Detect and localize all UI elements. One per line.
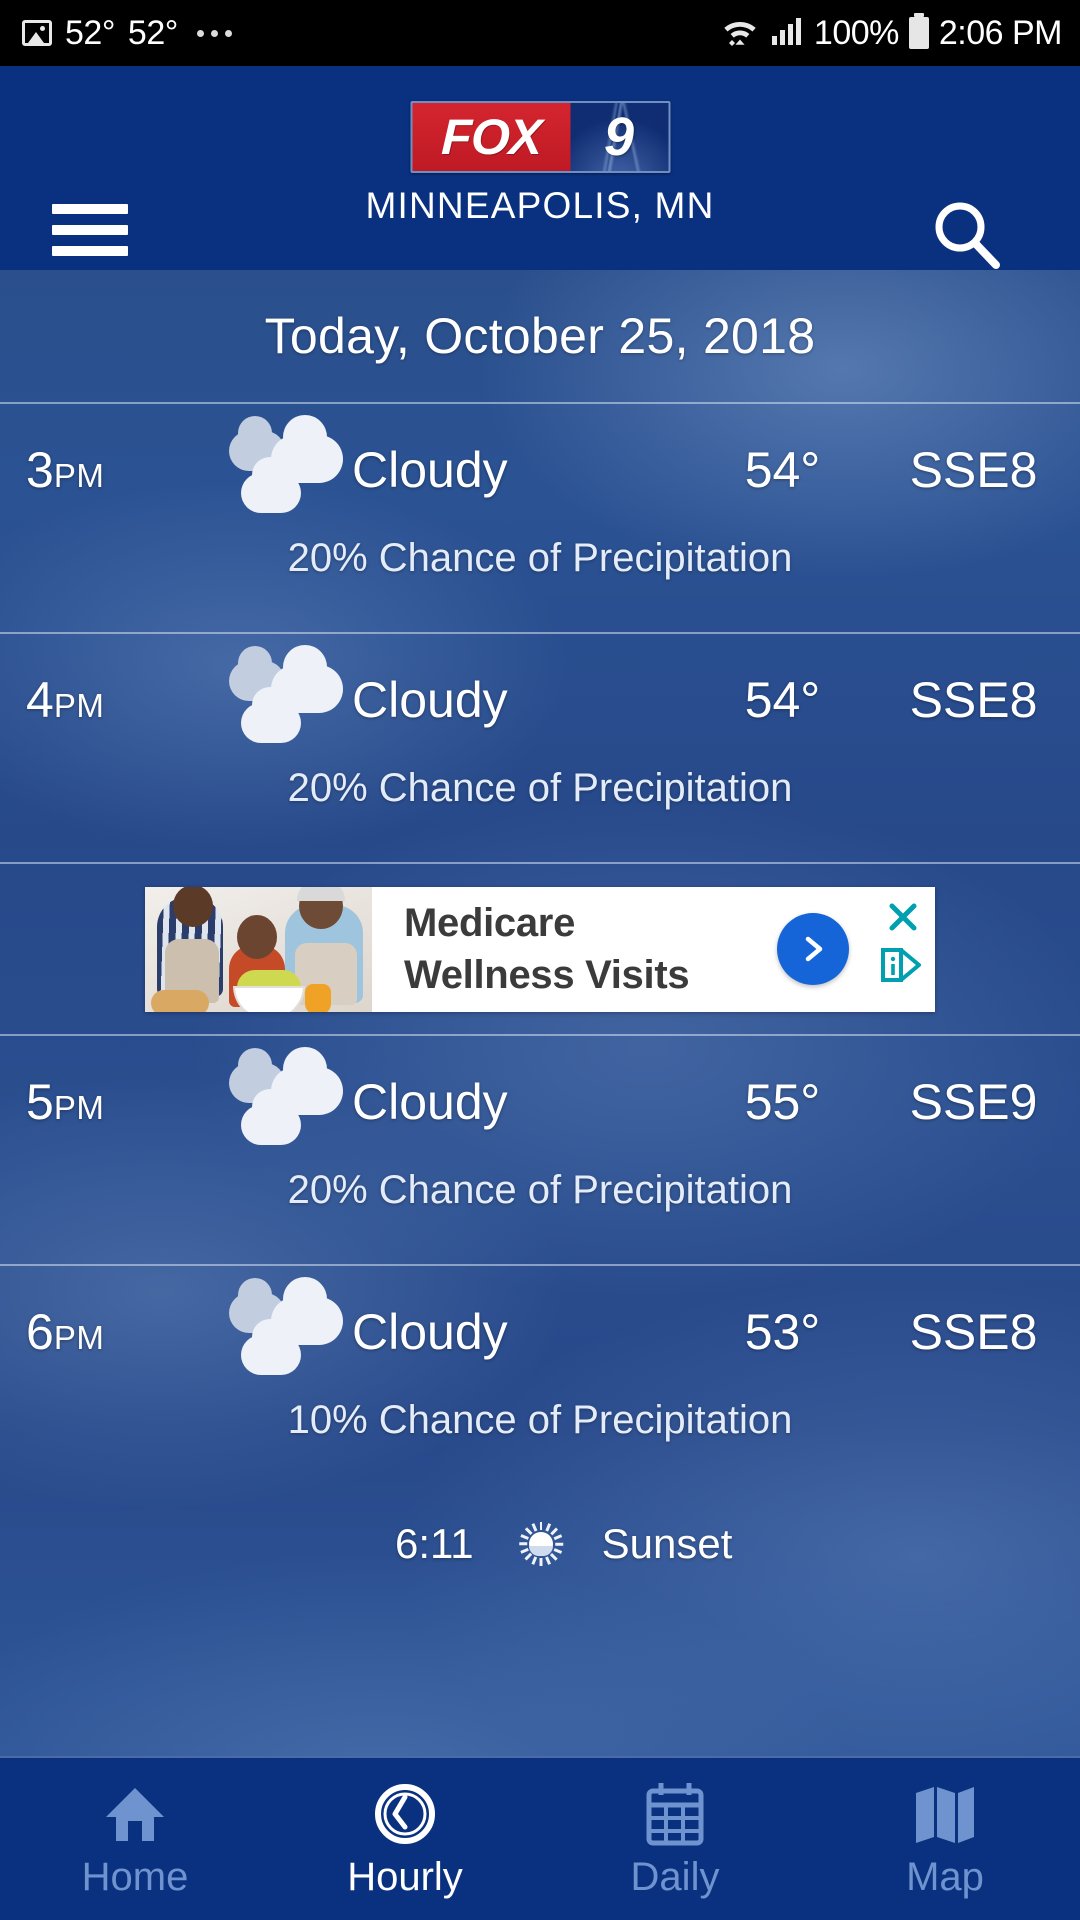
android-status-bar: 52° 52° 100% 2:06 PM [0, 0, 1080, 66]
cloudy-icon [222, 645, 352, 743]
status-bar-right: 100% 2:06 PM [720, 13, 1063, 53]
channel-number-text: 9 [603, 107, 635, 167]
cell-signal-icon [770, 14, 804, 53]
forecast-time-number: 6 [26, 1304, 54, 1360]
forecast-row-main: 4PM Cloudy 54° SSE8 [0, 634, 1080, 766]
home-icon [102, 1781, 168, 1847]
forecast-temperature: 55° [744, 1074, 821, 1130]
chevron-right-icon [805, 936, 823, 962]
forecast-time-number: 3 [26, 442, 54, 498]
advertisement-banner[interactable]: Medicare Wellness Visits [145, 886, 935, 1012]
forecast-temperature: 53° [744, 1304, 821, 1360]
ad-slot: Medicare Wellness Visits [0, 864, 1080, 1034]
hamburger-menu-icon[interactable] [52, 204, 128, 256]
channel-number-badge: 9 [570, 103, 668, 171]
hourly-forecast-list[interactable]: Today, October 25, 2018 3PM Cloudy 54° S… [0, 270, 1080, 1920]
sunset-icon [508, 1521, 574, 1567]
forecast-precipitation: 10% Chance of Precipitation [287, 1398, 793, 1442]
fox9-logo: FOX 9 [410, 101, 670, 173]
forecast-time-ampm: PM [53, 687, 105, 724]
forecast-row[interactable]: 6PM Cloudy 53° SSE8 10% Chance of Precip… [0, 1266, 1080, 1494]
forecast-time: 6PM [0, 1303, 222, 1361]
forecast-row-main: 3PM Cloudy 54° SSE8 [0, 404, 1080, 536]
forecast-time: 5PM [0, 1073, 222, 1131]
forecast-row-main: 5PM Cloudy 55° SSE9 [0, 1036, 1080, 1168]
sunset-row: 6:11 Sunset [0, 1494, 1080, 1594]
forecast-wind: SSE8 [909, 672, 1038, 728]
calendar-icon [643, 1781, 707, 1847]
adchoices-icon[interactable] [879, 945, 923, 985]
forecast-time-ampm: PM [53, 457, 105, 494]
clock-icon [372, 1781, 438, 1847]
forecast-precipitation: 20% Chance of Precipitation [287, 536, 793, 580]
app-header: FOX 9 MINNEAPOLIS, MN [0, 66, 1080, 270]
station-logo-block: FOX 9 MINNEAPOLIS, MN [366, 101, 715, 227]
nav-item-hourly[interactable]: Hourly [270, 1758, 540, 1920]
page-title: Today, October 25, 2018 [264, 308, 816, 364]
nav-item-daily[interactable]: Daily [540, 1758, 810, 1920]
forecast-temperature: 54° [744, 442, 821, 498]
fox-wordmark-text: FOX [440, 109, 542, 165]
cloudy-icon [222, 415, 352, 513]
forecast-wind: SSE9 [909, 1074, 1038, 1130]
close-icon[interactable] [883, 897, 923, 937]
cloudy-icon [222, 1047, 352, 1145]
bottom-navigation-bar: Home Hourly Daily Map [0, 1756, 1080, 1920]
fox-wordmark: FOX [412, 103, 570, 171]
nav-item-home[interactable]: Home [0, 1758, 270, 1920]
forecast-time-number: 4 [26, 672, 54, 728]
forecast-condition: Cloudy [352, 672, 508, 728]
ad-image [145, 886, 372, 1012]
wifi-icon [720, 14, 760, 53]
nav-label-home: Home [81, 1855, 189, 1899]
forecast-row[interactable]: 3PM Cloudy 54° SSE8 20% Chance of Precip… [0, 404, 1080, 632]
forecast-precipitation: 20% Chance of Precipitation [287, 1168, 793, 1212]
forecast-time: 4PM [0, 671, 222, 729]
battery-full-icon [908, 13, 929, 49]
map-icon [912, 1781, 978, 1847]
forecast-wind: SSE8 [909, 1304, 1038, 1360]
forecast-condition: Cloudy [352, 1074, 508, 1130]
forecast-time-ampm: PM [53, 1089, 105, 1126]
status-clock: 2:06 PM [938, 14, 1063, 52]
nav-label-hourly: Hourly [347, 1855, 463, 1899]
forecast-temperature: 54° [744, 672, 821, 728]
nav-label-daily: Daily [630, 1855, 720, 1899]
forecast-row[interactable]: 5PM Cloudy 55° SSE9 20% Chance of Precip… [0, 1036, 1080, 1264]
ad-text-block: Medicare Wellness Visits [372, 887, 935, 1012]
forecast-time-number: 5 [26, 1074, 54, 1130]
sunset-label: Sunset [601, 1520, 733, 1567]
nav-label-map: Map [906, 1855, 984, 1899]
forecast-row[interactable]: 4PM Cloudy 54° SSE8 20% Chance of Precip… [0, 634, 1080, 862]
forecast-condition: Cloudy [352, 1304, 508, 1360]
search-icon[interactable] [926, 194, 1008, 276]
forecast-row-main: 6PM Cloudy 53° SSE8 [0, 1266, 1080, 1398]
ad-headline-line2: Wellness Visits [404, 953, 690, 997]
photo-icon [22, 20, 52, 46]
forecast-wind: SSE8 [909, 442, 1038, 498]
city-label: MINNEAPOLIS, MN [365, 185, 715, 226]
status-overflow-icon [196, 29, 232, 37]
ad-cta-button[interactable] [777, 913, 849, 985]
status-bar-left: 52° 52° [22, 16, 720, 50]
status-temp-2: 52° [127, 14, 178, 52]
forecast-time: 3PM [0, 441, 222, 499]
battery-percent: 100% [813, 14, 899, 52]
nav-item-map[interactable]: Map [810, 1758, 1080, 1920]
forecast-precipitation: 20% Chance of Precipitation [287, 766, 793, 810]
sunset-time: 6:11 [394, 1520, 474, 1567]
forecast-time-ampm: PM [53, 1319, 105, 1356]
status-temp-1: 52° [65, 14, 115, 52]
forecast-condition: Cloudy [352, 442, 508, 498]
ad-headline-line1: Medicare [404, 901, 576, 945]
cloudy-icon [222, 1277, 352, 1375]
